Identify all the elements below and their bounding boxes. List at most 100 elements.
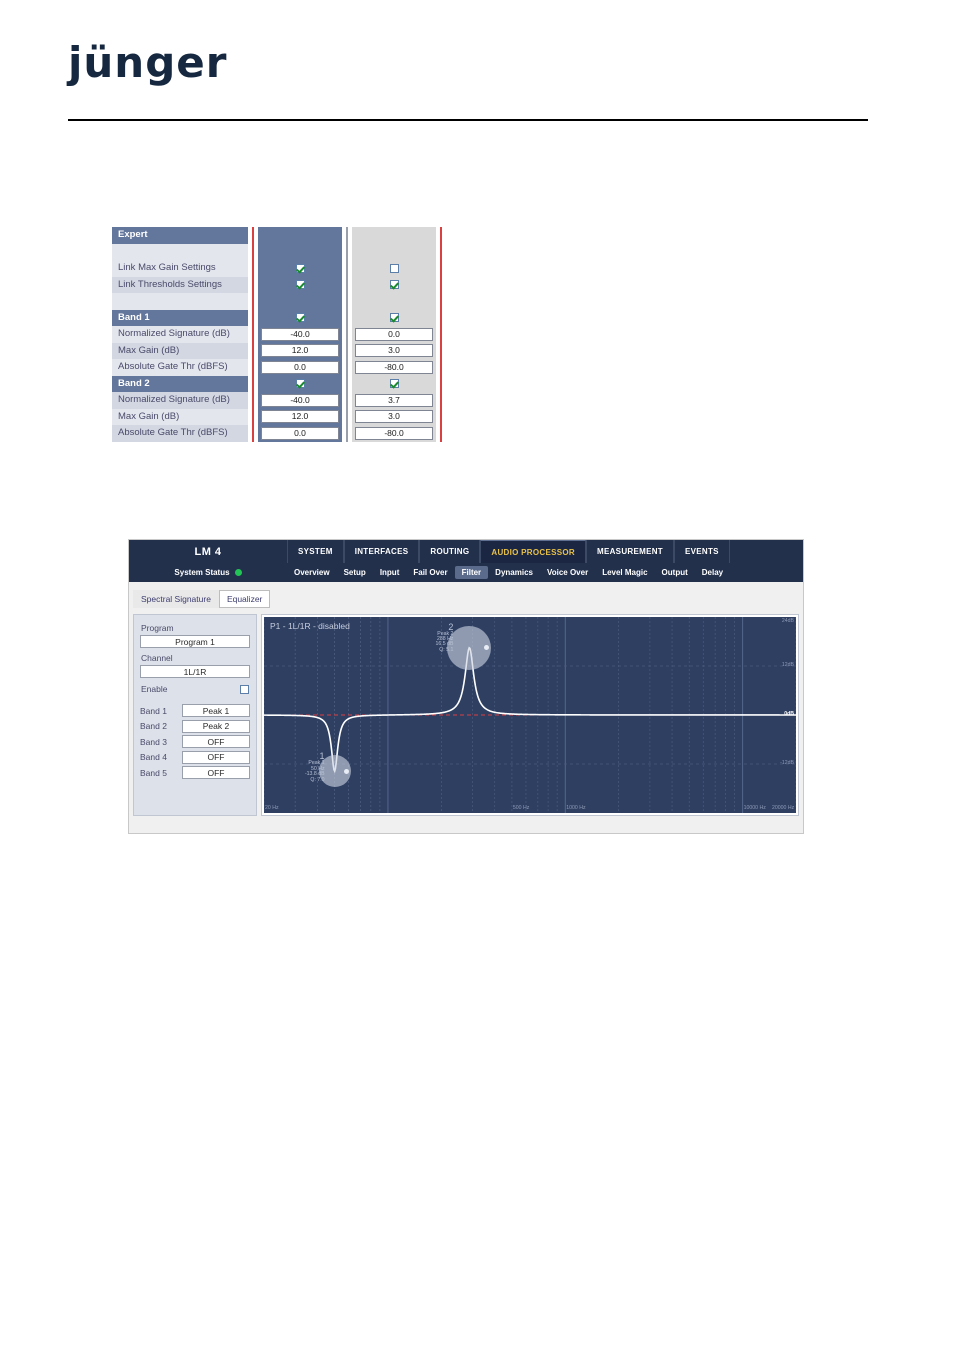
eq-band-q: Q: 7.0 bbox=[310, 776, 325, 783]
preset-b-value-input[interactable]: 0.0 bbox=[355, 327, 433, 341]
preset-b-checkbox[interactable] bbox=[389, 313, 399, 323]
setting-label bbox=[112, 293, 248, 310]
band-name-label: Band 5 bbox=[140, 767, 167, 778]
preset-b-value-input[interactable]: -80.0 bbox=[355, 360, 433, 374]
y-axis-tick: 24dB bbox=[781, 618, 794, 624]
page-root: jünger Expert Link Max Gain Settings Link … bbox=[0, 0, 954, 1351]
sub-tab-output[interactable]: Output bbox=[655, 566, 695, 579]
preset-a-cell[interactable]: -40.0 bbox=[258, 392, 342, 409]
preset-a-value-input[interactable]: 12.0 bbox=[261, 344, 339, 358]
sub-tab-voice-over[interactable]: Voice Over bbox=[540, 566, 595, 579]
band-type-select[interactable]: OFF bbox=[182, 750, 250, 764]
preset-b-checkbox[interactable] bbox=[389, 263, 399, 273]
preset-b-value-input[interactable]: 3.7 bbox=[355, 393, 433, 407]
preset-b-cell[interactable]: 3.0 bbox=[352, 342, 436, 359]
x-axis-tick: 1000 Hz bbox=[566, 805, 586, 811]
mode-pill-row: Spectral Signature Equalizer bbox=[129, 582, 803, 614]
band-name-label: Band 2 bbox=[140, 721, 167, 731]
preset-a-value-input[interactable]: 0.0 bbox=[261, 426, 339, 440]
column-divider bbox=[440, 293, 442, 310]
eq-band-readout-2: 2 Peak 2 288 Hz 16.5 dB Q: 5.1 bbox=[413, 622, 454, 654]
preset-a-cell[interactable]: 12.0 bbox=[258, 342, 342, 359]
column-divider bbox=[440, 326, 442, 343]
eq-band-q-handle-1[interactable] bbox=[343, 768, 349, 774]
eq-graph[interactable]: P1 - 1L/1R - disabled 1 Peak 1 50 Hz -13.8 … bbox=[264, 617, 796, 813]
preset-a-checkbox[interactable] bbox=[295, 313, 305, 323]
x-axis-tick: 20000 Hz bbox=[772, 805, 795, 811]
eq-graph-container: P1 - 1L/1R - disabled 1 Peak 1 50 Hz -13.8 … bbox=[261, 614, 799, 816]
header-divider bbox=[68, 119, 868, 121]
channel-select[interactable]: 1L/1R bbox=[140, 665, 250, 678]
preset-b-value-input[interactable]: 3.0 bbox=[355, 410, 433, 424]
lm4-sub-navbar: System Status Overview Setup Input Fail Ove… bbox=[129, 563, 803, 582]
band-type-select[interactable]: OFF bbox=[182, 735, 250, 748]
preset-a-cell[interactable] bbox=[258, 260, 342, 277]
band-type-select[interactable]: OFF bbox=[182, 766, 250, 779]
junger-logo: jünger bbox=[68, 40, 248, 86]
preset-a-value-input[interactable]: -40.0 bbox=[261, 393, 339, 407]
section-header: Band 1 bbox=[112, 309, 248, 326]
sub-tab-overview[interactable]: Overview bbox=[287, 566, 337, 579]
preset-a-checkbox[interactable] bbox=[295, 280, 305, 290]
top-tab-events[interactable]: EVENTS bbox=[673, 540, 730, 563]
sub-tab-level-magic[interactable]: Level Magic bbox=[595, 566, 654, 579]
column-divider bbox=[440, 408, 442, 425]
preset-a-cell[interactable] bbox=[258, 276, 342, 293]
column-divider bbox=[440, 276, 442, 293]
preset-a-cell[interactable]: 0.0 bbox=[258, 425, 342, 442]
program-select[interactable]: Program 1 bbox=[140, 635, 250, 648]
system-status-label: System Status bbox=[174, 568, 230, 577]
pill-equalizer[interactable]: Equalizer bbox=[218, 590, 271, 608]
expert-settings-table: Expert Link Max Gain Settings Link Thresho… bbox=[112, 227, 457, 455]
sub-tab-input[interactable]: Input bbox=[373, 566, 407, 579]
top-tab-interfaces[interactable]: INTERFACES bbox=[343, 540, 420, 563]
preset-b-cell[interactable] bbox=[352, 375, 436, 392]
preset-a-cell[interactable]: 12.0 bbox=[258, 408, 342, 425]
setting-label: Absolute Gate Thr (dBFS) bbox=[112, 425, 248, 442]
preset-a-cell[interactable] bbox=[258, 375, 342, 392]
preset-a-checkbox[interactable] bbox=[295, 263, 305, 273]
sub-tab-setup[interactable]: Setup bbox=[337, 566, 373, 579]
setting-label: Link Thresholds Settings bbox=[112, 276, 248, 293]
preset-a-cell[interactable]: 0.0 bbox=[258, 359, 342, 376]
sub-tab-fail-over[interactable]: Fail Over bbox=[406, 566, 454, 579]
preset-b-value-input[interactable]: 3.0 bbox=[355, 344, 433, 358]
column-divider bbox=[440, 375, 442, 392]
top-tab-system[interactable]: SYSTEM bbox=[287, 540, 344, 563]
preset-a-cell[interactable] bbox=[258, 309, 342, 326]
preset-a-cell bbox=[258, 243, 342, 260]
band-type-select[interactable]: Peak 2 bbox=[182, 719, 250, 733]
preset-b-cell[interactable]: 0.0 bbox=[352, 326, 436, 343]
top-tab-measurement[interactable]: MEASUREMENT bbox=[586, 540, 674, 563]
preset-a-cell[interactable]: -40.0 bbox=[258, 326, 342, 343]
preset-b-cell[interactable] bbox=[352, 309, 436, 326]
sub-tab-dynamics[interactable]: Dynamics bbox=[488, 566, 540, 579]
sub-tab-filter[interactable]: Filter bbox=[454, 566, 489, 579]
preset-b-cell[interactable] bbox=[352, 260, 436, 277]
sub-tab-delay[interactable]: Delay bbox=[695, 566, 730, 579]
band-row: Band 3 OFF bbox=[140, 735, 250, 748]
workspace: Program Program 1 Channel 1L/1R Enable B… bbox=[129, 614, 803, 816]
preset-b-value-input[interactable]: -80.0 bbox=[355, 426, 433, 440]
top-tab-routing[interactable]: ROUTING bbox=[419, 540, 481, 563]
preset-b-cell[interactable] bbox=[352, 276, 436, 293]
preset-b-cell[interactable]: 3.7 bbox=[352, 392, 436, 409]
preset-a-checkbox[interactable] bbox=[295, 379, 305, 389]
preset-b-cell[interactable]: -80.0 bbox=[352, 359, 436, 376]
band-row: Band 1 Peak 1 bbox=[140, 704, 250, 717]
column-divider bbox=[440, 392, 442, 409]
preset-a-value-input[interactable]: 12.0 bbox=[261, 410, 339, 424]
preset-b-cell[interactable]: -80.0 bbox=[352, 425, 436, 442]
preset-b-cell[interactable]: 3.0 bbox=[352, 408, 436, 425]
preset-a-value-input[interactable]: -40.0 bbox=[261, 327, 339, 341]
band-type-select[interactable]: Peak 1 bbox=[182, 704, 250, 717]
system-status: System Status bbox=[129, 568, 287, 577]
preset-b-checkbox[interactable] bbox=[389, 280, 399, 290]
pill-spectral-signature[interactable]: Spectral Signature bbox=[133, 590, 219, 608]
top-tab-audio-processor[interactable]: AUDIO PROCESSOR bbox=[480, 540, 586, 563]
setting-label: Max Gain (dB) bbox=[112, 342, 248, 359]
enable-checkbox[interactable] bbox=[240, 684, 249, 694]
preset-a-value-input[interactable]: 0.0 bbox=[261, 360, 339, 374]
preset-b-checkbox[interactable] bbox=[389, 379, 399, 389]
column-divider bbox=[440, 309, 442, 326]
